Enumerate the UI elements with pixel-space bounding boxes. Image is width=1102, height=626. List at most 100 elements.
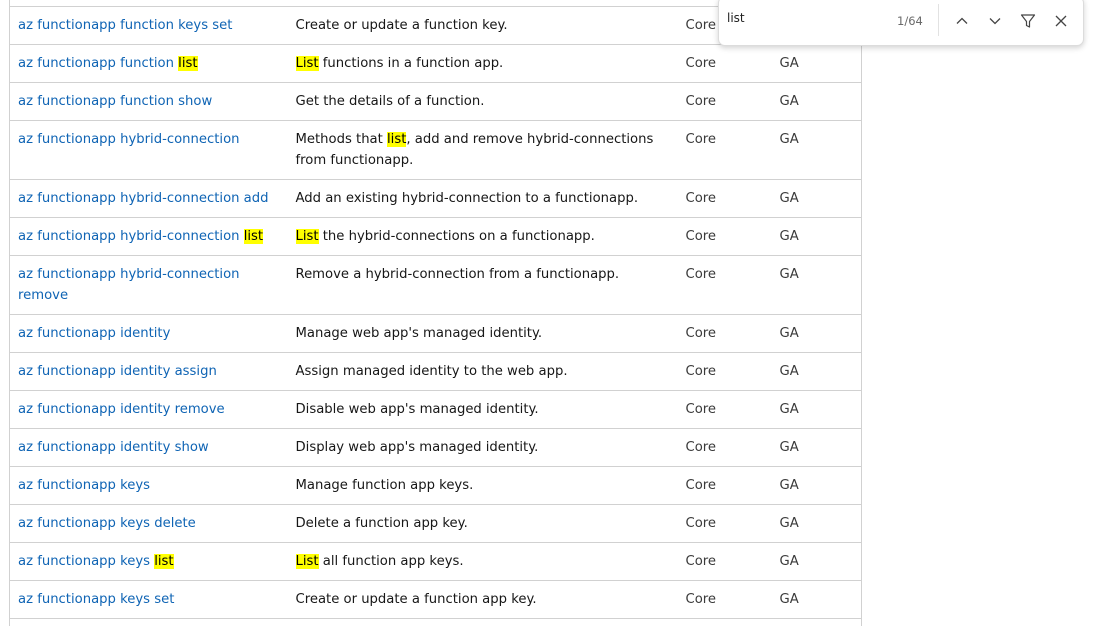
command-link[interactable]: az functionapp identity show bbox=[18, 440, 209, 455]
command-link[interactable]: az functionapp keys list bbox=[18, 554, 174, 569]
type-cell: Core bbox=[677, 580, 772, 619]
find-divider bbox=[938, 4, 939, 36]
table-row: az functionapp listList function apps.Co… bbox=[9, 618, 862, 626]
command-link-text: az functionapp keys bbox=[18, 554, 155, 569]
status-cell: GA bbox=[771, 314, 862, 353]
command-link-text: az functionapp function keys set bbox=[18, 18, 233, 33]
command-link[interactable]: az functionapp function show bbox=[18, 94, 212, 109]
description-text: Create or update a function key. bbox=[295, 18, 508, 33]
status-cell: GA bbox=[771, 352, 862, 391]
chevron-down-icon[interactable] bbox=[984, 10, 1006, 32]
command-link-text: az functionapp identity assign bbox=[18, 364, 217, 379]
description-cell: Display web app's managed identity. bbox=[287, 428, 678, 467]
description-cell: Remove a hybrid-connection from a functi… bbox=[287, 255, 678, 315]
command-link[interactable]: az functionapp keys bbox=[18, 478, 150, 493]
command-link-text: az functionapp function show bbox=[18, 94, 213, 109]
command-link[interactable]: az functionapp function list bbox=[18, 56, 198, 71]
table-row: az functionapp hybrid-connection add Add … bbox=[9, 179, 862, 218]
find-input[interactable] bbox=[727, 11, 887, 25]
reference-cell: az functionapp identity assign bbox=[9, 352, 288, 391]
command-link-text: az functionapp keys set bbox=[18, 592, 175, 607]
table-row: az functionapp identity show Display web … bbox=[9, 428, 862, 467]
find-match-count: 1/64 bbox=[897, 14, 923, 28]
description-cell: Create or update a function app key. bbox=[287, 580, 678, 619]
command-link[interactable]: az functionapp keys delete bbox=[18, 516, 196, 531]
command-link[interactable]: az functionapp hybrid-connection remove bbox=[18, 267, 240, 303]
command-link-text: az functionapp identity bbox=[18, 326, 171, 341]
search-highlight: List bbox=[295, 56, 319, 71]
reference-cell: az functionapp keys set bbox=[9, 580, 288, 619]
command-link[interactable]: az functionapp identity assign bbox=[18, 364, 217, 379]
reference-cell: az functionapp keys bbox=[9, 466, 288, 505]
description-text: Get the details of a function. bbox=[295, 94, 485, 109]
type-cell: Core bbox=[677, 352, 772, 391]
reference-cell: az functionapp function keys set bbox=[9, 6, 288, 45]
reference-cell: az functionapp keys list bbox=[9, 542, 288, 581]
status-cell: GA bbox=[771, 580, 862, 619]
command-link-text: az functionapp keys delete bbox=[18, 516, 196, 531]
command-link-text: az functionapp identity remove bbox=[18, 402, 225, 417]
description-cell: List functions in a function app. bbox=[287, 44, 678, 83]
table-row: az functionapp identity assign Assign man… bbox=[9, 352, 862, 391]
reference-page: az functionapp function keys set Create o… bbox=[0, 0, 1102, 626]
description-cell: List function apps. bbox=[287, 618, 678, 626]
status-cell: GA bbox=[771, 542, 862, 581]
type-cell: Core bbox=[677, 82, 772, 121]
table-row: az functionapp keys set Create or update … bbox=[9, 580, 862, 619]
chevron-up-icon[interactable] bbox=[951, 10, 973, 32]
type-cell: Core bbox=[677, 466, 772, 505]
table-row: az functionapp identity Manage web app's … bbox=[9, 314, 862, 353]
command-link[interactable]: az functionapp function keys set bbox=[18, 18, 232, 33]
reference-cell: az functionapp hybrid-connection add bbox=[9, 179, 288, 218]
reference-cell: az functionapp hybrid-connection bbox=[9, 120, 288, 180]
reference-cell: az functionapp keys delete bbox=[9, 504, 288, 543]
reference-cell: az functionapp function list bbox=[9, 44, 288, 83]
type-cell: Core bbox=[677, 255, 772, 315]
reference-cell: az functionapp hybrid-connection list bbox=[9, 217, 288, 256]
status-cell: GA bbox=[771, 428, 862, 467]
command-link[interactable]: az functionapp identity remove bbox=[18, 402, 225, 417]
description-text: Remove a hybrid-connection from a functi… bbox=[295, 267, 620, 282]
type-cell: Core bbox=[677, 618, 772, 626]
description-text: Display web app's managed identity. bbox=[295, 440, 539, 455]
status-cell: GA bbox=[771, 255, 862, 315]
table-row: az functionapp hybrid-connection Methods … bbox=[9, 120, 862, 180]
command-link[interactable]: az functionapp hybrid-connection bbox=[18, 132, 240, 147]
status-cell: GA bbox=[771, 466, 862, 505]
command-link[interactable]: az functionapp identity bbox=[18, 326, 170, 341]
filter-icon[interactable] bbox=[1017, 10, 1039, 32]
status-cell: GA bbox=[771, 82, 862, 121]
search-highlight: list bbox=[243, 229, 264, 244]
type-cell: Core bbox=[677, 314, 772, 353]
description-text: all function app keys. bbox=[318, 554, 464, 569]
command-link[interactable]: az functionapp hybrid-connection add bbox=[18, 191, 269, 206]
description-cell: Disable web app's managed identity. bbox=[287, 390, 678, 429]
status-cell: GA bbox=[771, 44, 862, 83]
table-row: az functionapp keys list List all functio… bbox=[9, 542, 862, 581]
status-cell: GA bbox=[771, 179, 862, 218]
status-cell: GA bbox=[771, 120, 862, 180]
description-cell: Methods that list, add and remove hybrid… bbox=[287, 120, 678, 180]
reference-cell: az functionapp identity bbox=[9, 314, 288, 353]
description-text: Disable web app's managed identity. bbox=[295, 402, 539, 417]
close-icon[interactable] bbox=[1050, 10, 1072, 32]
command-link[interactable]: az functionapp hybrid-connection list bbox=[18, 229, 264, 244]
type-cell: Core bbox=[677, 179, 772, 218]
description-text: Add an existing hybrid-connection to a f… bbox=[295, 191, 639, 206]
search-highlight: List bbox=[295, 229, 319, 244]
type-cell: Core bbox=[677, 44, 772, 83]
description-cell: Create or update a function key. bbox=[287, 6, 678, 45]
table-row: az functionapp keys delete Delete a funct… bbox=[9, 504, 862, 543]
description-cell: Get the details of a function. bbox=[287, 82, 678, 121]
type-cell: Core bbox=[677, 120, 772, 180]
search-highlight: list bbox=[387, 132, 407, 147]
table-row: az functionapp hybrid-connection remove R… bbox=[9, 255, 862, 315]
table-row: az functionapp function list List functio… bbox=[9, 44, 862, 83]
reference-cell: az functionapp hybrid-connection remove bbox=[9, 255, 288, 315]
description-text: Create or update a function app key. bbox=[295, 592, 537, 607]
command-link[interactable]: az functionapp keys set bbox=[18, 592, 174, 607]
status-cell: GA bbox=[771, 504, 862, 543]
description-cell: Manage web app's managed identity. bbox=[287, 314, 678, 353]
description-text: the hybrid-connections on a functionapp. bbox=[318, 229, 595, 244]
find-in-page-bar: 1/64 bbox=[718, 0, 1084, 46]
